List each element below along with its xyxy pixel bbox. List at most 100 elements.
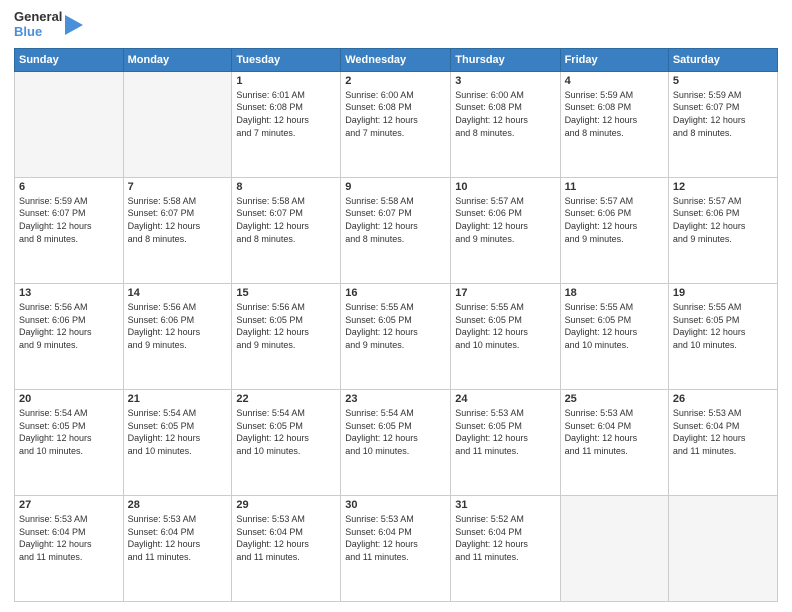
day-info: Sunrise: 6:00 AM Sunset: 6:08 PM Dayligh… (455, 89, 555, 139)
day-info: Sunrise: 5:53 AM Sunset: 6:04 PM Dayligh… (236, 513, 336, 563)
day-number: 4 (565, 75, 664, 87)
day-info: Sunrise: 5:53 AM Sunset: 6:04 PM Dayligh… (128, 513, 228, 563)
day-info: Sunrise: 5:57 AM Sunset: 6:06 PM Dayligh… (673, 195, 773, 245)
day-info: Sunrise: 5:55 AM Sunset: 6:05 PM Dayligh… (345, 301, 446, 351)
day-number: 21 (128, 393, 228, 405)
weekday-header-row: SundayMondayTuesdayWednesdayThursdayFrid… (15, 48, 778, 71)
day-info: Sunrise: 5:59 AM Sunset: 6:07 PM Dayligh… (673, 89, 773, 139)
weekday-header-tuesday: Tuesday (232, 48, 341, 71)
weekday-header-saturday: Saturday (668, 48, 777, 71)
calendar-body: 1 Sunrise: 6:01 AM Sunset: 6:08 PM Daylig… (15, 71, 778, 601)
day-number: 10 (455, 181, 555, 193)
calendar-cell: 7Sunrise: 5:58 AM Sunset: 6:07 PM Daylig… (123, 177, 232, 283)
day-number: 19 (673, 287, 773, 299)
day-number: 3 (455, 75, 555, 87)
calendar-cell: 4 Sunrise: 5:59 AM Sunset: 6:08 PM Daylig… (560, 71, 668, 177)
day-number: 9 (345, 181, 446, 193)
calendar-cell (123, 71, 232, 177)
day-number: 8 (236, 181, 336, 193)
calendar-cell: 14 Sunrise: 5:56 AM Sunset: 6:06 PM Dayli… (123, 283, 232, 389)
day-number: 6 (19, 181, 119, 193)
logo: General Blue (14, 10, 83, 40)
day-info: Sunrise: 5:58 AM Sunset: 6:07 PM Dayligh… (236, 195, 336, 245)
day-info: Sunrise: 5:53 AM Sunset: 6:05 PM Dayligh… (455, 407, 555, 457)
calendar-cell: 2 Sunrise: 6:00 AM Sunset: 6:08 PM Daylig… (341, 71, 451, 177)
day-info: Sunrise: 5:56 AM Sunset: 6:05 PM Dayligh… (236, 301, 336, 351)
day-number: 28 (128, 499, 228, 511)
calendar-cell: 31Sunrise: 5:52 AM Sunset: 6:04 PM Dayli… (451, 495, 560, 601)
day-info: Sunrise: 5:54 AM Sunset: 6:05 PM Dayligh… (345, 407, 446, 457)
day-info: Sunrise: 5:57 AM Sunset: 6:06 PM Dayligh… (455, 195, 555, 245)
calendar-cell: 23Sunrise: 5:54 AM Sunset: 6:05 PM Dayli… (341, 389, 451, 495)
day-info: Sunrise: 5:58 AM Sunset: 6:07 PM Dayligh… (345, 195, 446, 245)
day-number: 25 (565, 393, 664, 405)
day-info: Sunrise: 6:01 AM Sunset: 6:08 PM Dayligh… (236, 89, 336, 139)
calendar-cell: 29 Sunrise: 5:53 AM Sunset: 6:04 PM Dayli… (232, 495, 341, 601)
day-number: 1 (236, 75, 336, 87)
day-number: 5 (673, 75, 773, 87)
weekday-header-wednesday: Wednesday (341, 48, 451, 71)
day-number: 18 (565, 287, 664, 299)
day-number: 14 (128, 287, 228, 299)
logo-graphic: General Blue (14, 10, 83, 40)
day-info: Sunrise: 6:00 AM Sunset: 6:08 PM Dayligh… (345, 89, 446, 139)
calendar-cell: 16 Sunrise: 5:55 AM Sunset: 6:05 PM Dayli… (341, 283, 451, 389)
calendar-cell: 8 Sunrise: 5:58 AM Sunset: 6:07 PM Daylig… (232, 177, 341, 283)
week-row-5: 27 Sunrise: 5:53 AM Sunset: 6:04 PM Dayli… (15, 495, 778, 601)
calendar-cell: 13Sunrise: 5:56 AM Sunset: 6:06 PM Dayli… (15, 283, 124, 389)
calendar-table: SundayMondayTuesdayWednesdayThursdayFrid… (14, 48, 778, 602)
day-info: Sunrise: 5:54 AM Sunset: 6:05 PM Dayligh… (236, 407, 336, 457)
day-info: Sunrise: 5:55 AM Sunset: 6:05 PM Dayligh… (565, 301, 664, 351)
day-number: 29 (236, 499, 336, 511)
day-info: Sunrise: 5:59 AM Sunset: 6:07 PM Dayligh… (19, 195, 119, 245)
week-row-1: 1 Sunrise: 6:01 AM Sunset: 6:08 PM Daylig… (15, 71, 778, 177)
weekday-header-friday: Friday (560, 48, 668, 71)
day-number: 24 (455, 393, 555, 405)
calendar-cell: 9 Sunrise: 5:58 AM Sunset: 6:07 PM Daylig… (341, 177, 451, 283)
calendar-container: General Blue SundayMondayTuesdayWednesda… (0, 0, 792, 612)
calendar-cell: 28 Sunrise: 5:53 AM Sunset: 6:04 PM Dayli… (123, 495, 232, 601)
day-number: 7 (128, 181, 228, 193)
calendar-cell: 5 Sunrise: 5:59 AM Sunset: 6:07 PM Daylig… (668, 71, 777, 177)
calendar-cell (668, 495, 777, 601)
day-number: 2 (345, 75, 446, 87)
logo-general: General (14, 10, 62, 25)
day-number: 31 (455, 499, 555, 511)
weekday-header-thursday: Thursday (451, 48, 560, 71)
day-number: 27 (19, 499, 119, 511)
logo-arrow-icon (65, 15, 83, 35)
day-number: 11 (565, 181, 664, 193)
day-info: Sunrise: 5:57 AM Sunset: 6:06 PM Dayligh… (565, 195, 664, 245)
day-info: Sunrise: 5:54 AM Sunset: 6:05 PM Dayligh… (19, 407, 119, 457)
calendar-cell: 27Sunrise: 5:53 AM Sunset: 6:04 PM Dayli… (15, 495, 124, 601)
week-row-4: 20Sunrise: 5:54 AM Sunset: 6:05 PM Dayli… (15, 389, 778, 495)
calendar-cell: 10 Sunrise: 5:57 AM Sunset: 6:06 PM Dayli… (451, 177, 560, 283)
calendar-cell: 25 Sunrise: 5:53 AM Sunset: 6:04 PM Dayli… (560, 389, 668, 495)
week-row-2: 6 Sunrise: 5:59 AM Sunset: 6:07 PM Daylig… (15, 177, 778, 283)
weekday-header-monday: Monday (123, 48, 232, 71)
day-info: Sunrise: 5:56 AM Sunset: 6:06 PM Dayligh… (19, 301, 119, 351)
logo-blue: Blue (14, 25, 62, 40)
header: General Blue (14, 10, 778, 40)
day-info: Sunrise: 5:54 AM Sunset: 6:05 PM Dayligh… (128, 407, 228, 457)
day-info: Sunrise: 5:56 AM Sunset: 6:06 PM Dayligh… (128, 301, 228, 351)
day-info: Sunrise: 5:53 AM Sunset: 6:04 PM Dayligh… (673, 407, 773, 457)
calendar-cell: 6 Sunrise: 5:59 AM Sunset: 6:07 PM Daylig… (15, 177, 124, 283)
calendar-cell (560, 495, 668, 601)
calendar-cell: 19Sunrise: 5:55 AM Sunset: 6:05 PM Dayli… (668, 283, 777, 389)
day-info: Sunrise: 5:59 AM Sunset: 6:08 PM Dayligh… (565, 89, 664, 139)
day-number: 16 (345, 287, 446, 299)
day-info: Sunrise: 5:53 AM Sunset: 6:04 PM Dayligh… (565, 407, 664, 457)
calendar-cell: 17Sunrise: 5:55 AM Sunset: 6:05 PM Dayli… (451, 283, 560, 389)
day-number: 30 (345, 499, 446, 511)
calendar-cell: 18 Sunrise: 5:55 AM Sunset: 6:05 PM Dayli… (560, 283, 668, 389)
day-info: Sunrise: 5:55 AM Sunset: 6:05 PM Dayligh… (455, 301, 555, 351)
calendar-cell: 12Sunrise: 5:57 AM Sunset: 6:06 PM Dayli… (668, 177, 777, 283)
calendar-cell: 21 Sunrise: 5:54 AM Sunset: 6:05 PM Dayli… (123, 389, 232, 495)
calendar-cell: 26Sunrise: 5:53 AM Sunset: 6:04 PM Dayli… (668, 389, 777, 495)
week-row-3: 13Sunrise: 5:56 AM Sunset: 6:06 PM Dayli… (15, 283, 778, 389)
logo-text-block: General Blue (14, 10, 62, 40)
day-number: 15 (236, 287, 336, 299)
calendar-cell: 15 Sunrise: 5:56 AM Sunset: 6:05 PM Dayli… (232, 283, 341, 389)
weekday-header-sunday: Sunday (15, 48, 124, 71)
